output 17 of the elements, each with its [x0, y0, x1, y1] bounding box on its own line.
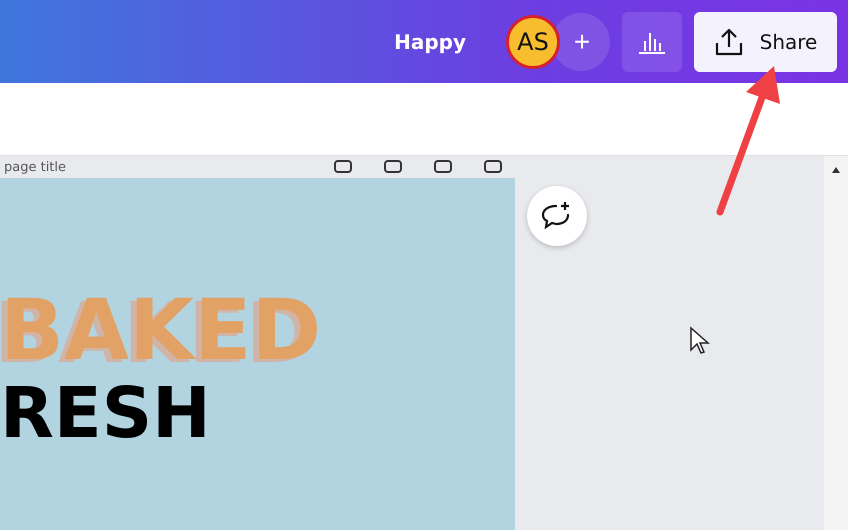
- add-comment-button[interactable]: [527, 186, 587, 246]
- design-name[interactable]: Happy: [394, 30, 466, 54]
- subheadline-text: RESH: [0, 378, 212, 448]
- upload-icon: [714, 26, 744, 56]
- page-action-icon[interactable]: [383, 160, 403, 174]
- page-title-field[interactable]: page title: [0, 160, 66, 174]
- mouse-pointer-icon: [689, 326, 711, 356]
- page-action-icon[interactable]: [483, 160, 503, 174]
- page-action-icon[interactable]: [333, 160, 353, 174]
- share-button[interactable]: Share: [694, 12, 837, 72]
- design-canvas[interactable]: BAKED RESH: [0, 178, 515, 530]
- insights-button[interactable]: [622, 12, 682, 72]
- scrollbar[interactable]: [824, 156, 848, 530]
- avatar[interactable]: AS: [506, 14, 560, 68]
- page-action-icon[interactable]: [433, 160, 453, 174]
- headline-text: BAKED: [0, 288, 322, 372]
- scroll-up-icon[interactable]: [831, 166, 841, 174]
